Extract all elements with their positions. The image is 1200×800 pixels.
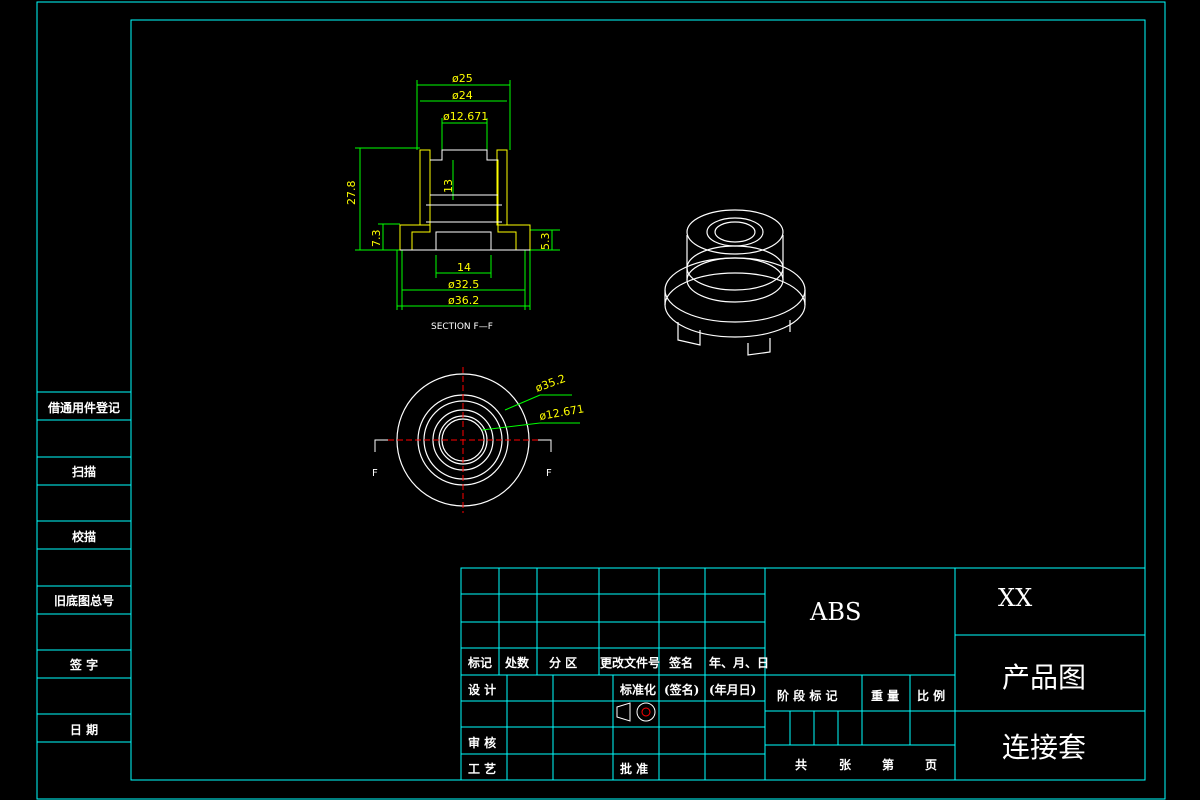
tb-header-date: 年、月、日: [709, 656, 770, 670]
dim-d25: ø25: [452, 72, 473, 85]
dim-h7: 7.3: [370, 230, 383, 248]
side-label-trace: 校描: [71, 530, 96, 544]
dim-h5: 5.3: [539, 233, 552, 251]
side-label-scan: 扫描: [71, 465, 96, 479]
side-panel-grid: [37, 391, 131, 743]
tb-design: 设 计: [468, 683, 497, 697]
tb-part-name: 连接套: [1002, 731, 1087, 764]
tb-sheet-no: 第: [882, 758, 895, 772]
dim-d12: ø12.671: [443, 110, 488, 123]
isometric-view: [664, 209, 806, 356]
side-label-borrowed: 借通用件登记: [47, 401, 120, 415]
top-view: F F ø35.2 ø12.671: [372, 367, 585, 513]
side-label-old-number: 旧底图总号: [53, 594, 114, 608]
tb-header-zone: 分 区: [549, 656, 578, 670]
side-label-date: 日 期: [69, 723, 99, 737]
tb-header-count: 处数: [505, 656, 530, 670]
sheet-frame: [36, 1, 1166, 800]
dim-d12-top: ø12.671: [538, 402, 585, 423]
tb-review: 审 核: [468, 736, 497, 750]
section-hatch: [399, 149, 531, 251]
dim-d35: ø35.2: [534, 372, 568, 395]
tb-company: XX: [998, 584, 1033, 612]
dim-d24: ø24: [452, 89, 473, 102]
tb-header-mark: 标记: [468, 656, 493, 670]
tb-sheet-page: 页: [925, 758, 938, 772]
tb-sheets-total: 共: [795, 758, 808, 772]
tb-date: (年月日): [709, 683, 757, 697]
tb-process: 工 艺: [468, 762, 497, 776]
dim-h27: 27.8: [345, 181, 358, 206]
dim-h13: 13: [442, 179, 455, 193]
tb-stage: 阶 段 标 记: [777, 689, 838, 703]
projection-symbol: [616, 702, 656, 722]
tb-approve: 批 准: [620, 762, 649, 776]
dim-d32: ø32.5: [448, 278, 479, 291]
tb-weight: 重 量: [871, 689, 900, 703]
section-title: SECTION F—F: [431, 322, 493, 332]
tb-standard: 标准化: [620, 683, 657, 697]
tb-header-signature: 签名: [669, 656, 694, 670]
tb-material: ABS: [810, 598, 862, 626]
tb-drawing-type: 产品图: [1002, 661, 1087, 694]
dim-d36: ø36.2: [448, 294, 479, 307]
tb-header-change-doc: 更改文件号: [600, 656, 661, 670]
cut-label-left: F: [372, 468, 378, 479]
tb-sheets-unit: 张: [839, 758, 852, 772]
side-label-sign: 签 字: [69, 658, 99, 672]
cut-label-right: F: [546, 468, 552, 479]
tb-sign: (签名): [664, 683, 700, 697]
tb-scale: 比 例: [917, 689, 946, 703]
dim-w14: 14: [457, 261, 471, 274]
section-view: ø25 ø24 ø12.671 27.8 13 7.3 5.3 14 ø32.5…: [345, 72, 560, 332]
